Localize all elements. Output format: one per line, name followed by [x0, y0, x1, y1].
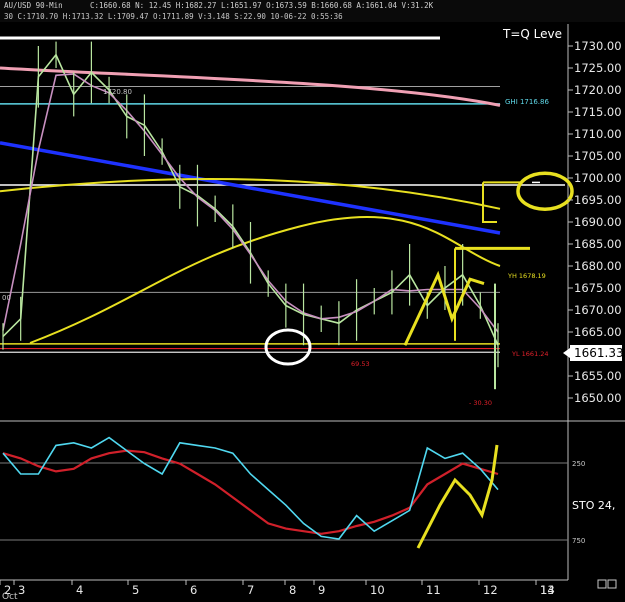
x-tick-label: 9 [318, 583, 325, 597]
x-tick-label: 4 [76, 583, 83, 597]
y-tick-label: 1675.00 [574, 281, 622, 295]
symbol-label: AU/USD 90-Min [4, 1, 63, 10]
ghi-label: GHI 1716.86 [505, 98, 549, 106]
chart-background [0, 0, 625, 602]
x-tick-label: 5 [132, 583, 139, 597]
red-bottom-label: - 30.30 [469, 399, 492, 407]
y-tick-label: 1725.00 [574, 61, 622, 75]
x-tick-label: 8 [289, 583, 296, 597]
y-tick-label: 1680.00 [574, 259, 622, 273]
month-label: Oct [2, 592, 18, 602]
stoch-level-250: 250 [572, 460, 585, 468]
x-tick-label: 7 [247, 583, 254, 597]
x-tick-label: 3 [18, 583, 25, 597]
stoch-level-750: 750 [572, 537, 585, 545]
y-tick-label: 1710.00 [574, 127, 622, 141]
y-tick-label: 1700.00 [574, 171, 622, 185]
y-tick-label: 1705.00 [574, 149, 622, 163]
yl-label: YL 1661.24 [511, 350, 549, 358]
y-tick-label: 1715.00 [574, 105, 622, 119]
trading-chart: AU/USD 90-Min C:1660.68 N: 12.45 H:1682.… [0, 0, 625, 602]
study-label: T=Q Leve [502, 27, 562, 41]
yh-label: YH 1678.19 [507, 272, 546, 280]
y-tick-label: 1685.00 [574, 237, 622, 251]
red-low-label: 69.53 [351, 360, 370, 368]
y-tick-label: 1665.00 [574, 325, 622, 339]
x-tick-label: 6 [190, 583, 197, 597]
level-1720-label: 1720.80 [103, 88, 132, 96]
y-tick-label: 1655.00 [574, 369, 622, 383]
y-tick-label: 1670.00 [574, 303, 622, 317]
y-tick-label: 1690.00 [574, 215, 622, 229]
x-tick-label: 12 [483, 583, 498, 597]
y-tick-label: 1650.00 [574, 391, 622, 405]
y-tick-label: 1730.00 [574, 39, 622, 53]
x-tick-label: 11 [426, 583, 441, 597]
quote-line: C:1660.68 N: 12.45 H:1682.27 L:1651.97 O… [90, 1, 434, 10]
x-tick-label: 14 [540, 583, 555, 597]
info-line: 30 C:1710.70 H:1713.32 L:1709.47 O:1711.… [4, 12, 343, 21]
x-tick-label: 10 [370, 583, 385, 597]
y-tick-label: 1720.00 [574, 83, 622, 97]
left-stub-label: 00 [2, 294, 11, 302]
stoch-label: STO 24, [572, 499, 615, 512]
y-tick-label: 1695.00 [574, 193, 622, 207]
current-price-value: 1661.33 [574, 346, 624, 360]
